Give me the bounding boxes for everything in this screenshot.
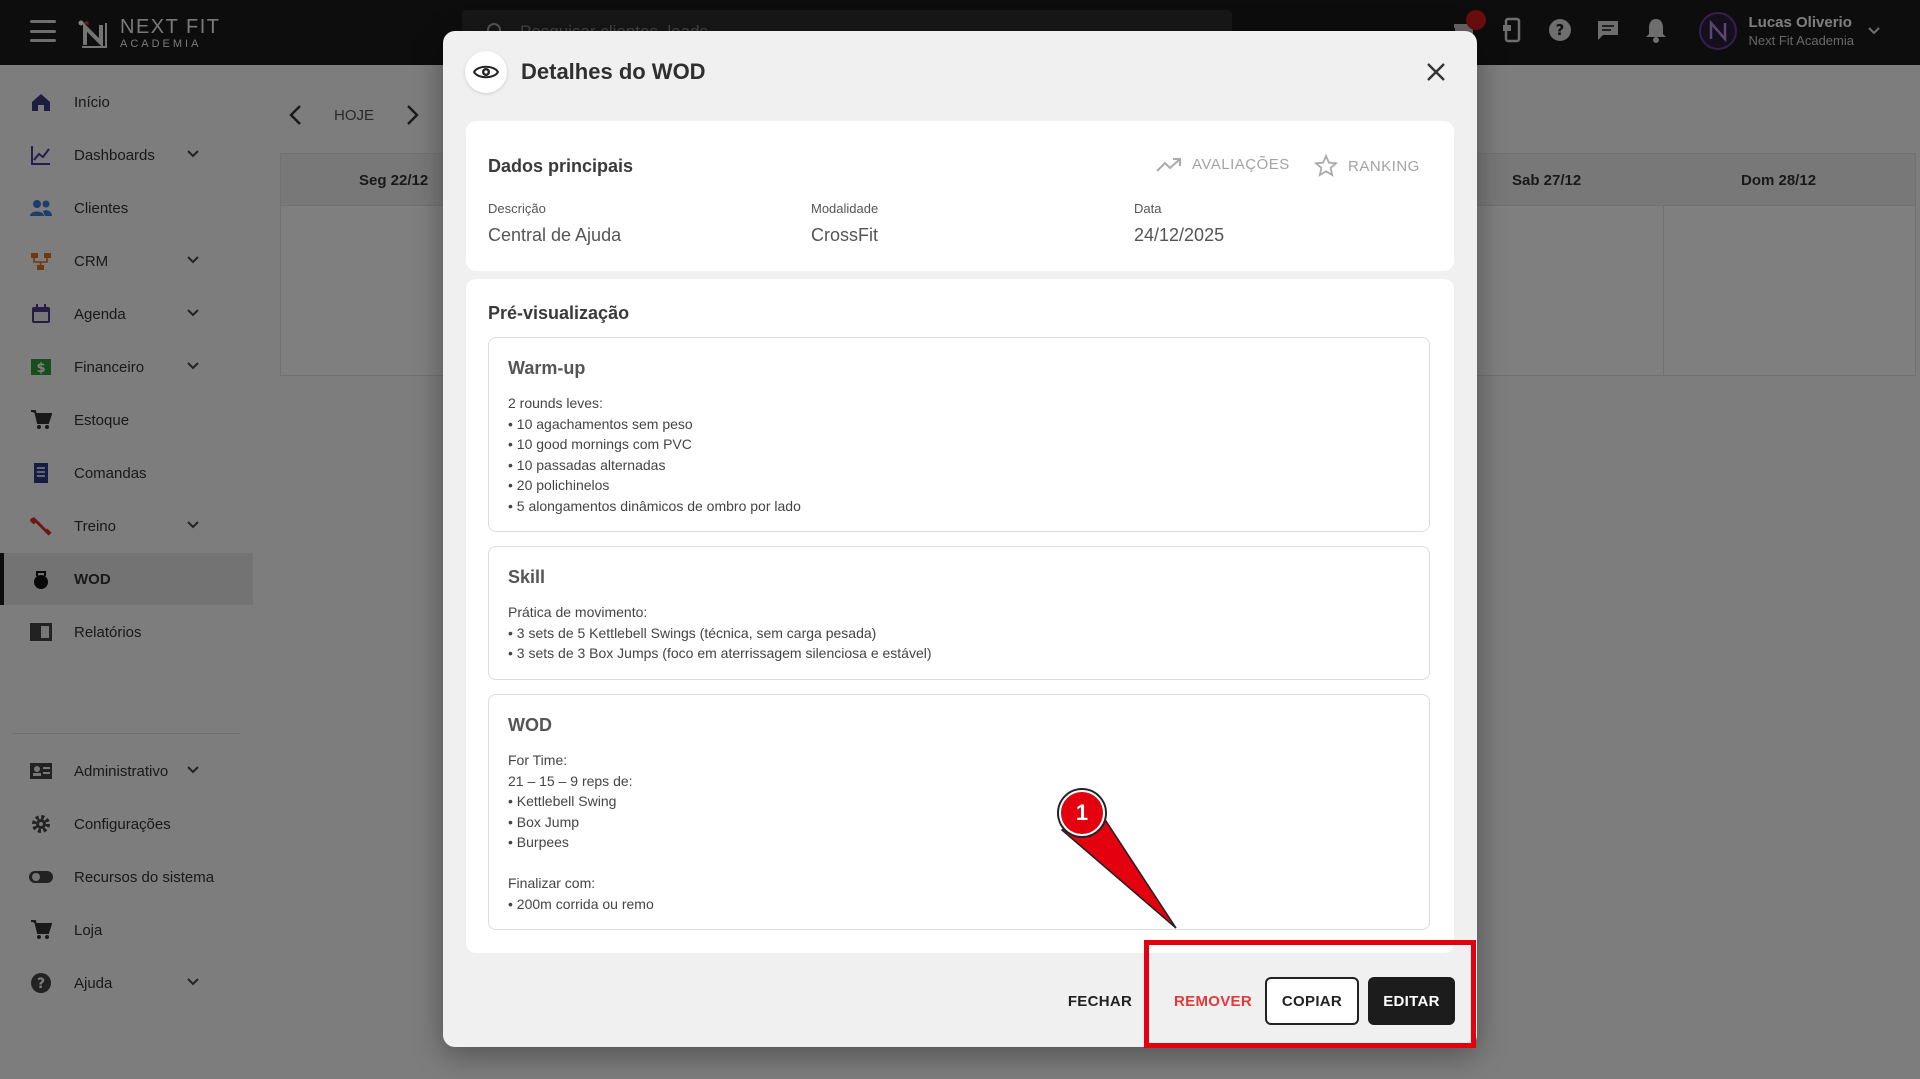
close-modal-button[interactable]: FECHAR	[1057, 977, 1143, 1025]
wod-details-modal: Detalhes do WOD Dados principais AVALIAÇ…	[443, 31, 1477, 1047]
descricao-label: Descrição	[488, 201, 546, 216]
block-line: 2 rounds leves:	[508, 395, 603, 411]
avaliacoes-button[interactable]: AVALIAÇÕES	[1156, 156, 1290, 173]
block-title: WOD	[508, 715, 552, 735]
section-title: Dados principais	[488, 156, 634, 176]
modal-title: Detalhes do WOD	[521, 59, 706, 84]
wod-block: Skill Prática de movimento: • 3 sets de …	[488, 546, 1430, 680]
block-title: Skill	[508, 567, 546, 587]
block-line: Prática de movimento:	[508, 604, 648, 620]
block-line: For Time:	[508, 752, 568, 768]
close-button[interactable]	[1423, 59, 1449, 85]
block-line: • 5 alongamentos dinâmicos de ombro por …	[508, 497, 801, 514]
block-line: Finalizar com:	[508, 875, 596, 891]
block-line: • Burpees	[508, 834, 569, 850]
block-line: • Box Jump	[508, 813, 580, 830]
ranking-label: RANKING	[1348, 157, 1420, 175]
block-line: • 10 agachamentos sem peso	[508, 415, 693, 432]
block-line	[508, 853, 1410, 874]
modalidade-value: CrossFit	[811, 225, 878, 245]
avaliacoes-label: AVALIAÇÕES	[1192, 156, 1290, 173]
annotation-number: 1	[1059, 790, 1105, 836]
annotation-highlight-box	[1144, 940, 1476, 1048]
star-icon	[1314, 154, 1338, 177]
block-line: • 200m corrida ou remo	[508, 895, 654, 912]
block-line: • Kettlebell Swing	[508, 793, 617, 809]
modalidade-label: Modalidade	[811, 201, 879, 216]
wod-block: Warm-up 2 rounds leves: • 10 agachamento…	[488, 337, 1430, 532]
close-icon	[1427, 63, 1445, 81]
block-line: • 20 polichinelos	[508, 477, 610, 493]
section-title: Pré-visualização	[488, 303, 630, 323]
preview-card: Pré-visualização Warm-up 2 rounds leves:…	[466, 279, 1454, 953]
data-label: Data	[1134, 201, 1162, 216]
eye-icon	[465, 51, 507, 93]
block-line: • 10 passadas alternadas	[508, 456, 666, 473]
block-title: Warm-up	[508, 358, 586, 378]
wod-block: WOD For Time: 21 – 15 – 9 reps de: • Ket…	[488, 694, 1430, 930]
trending-up-icon	[1156, 157, 1181, 172]
descricao-value: Central de Ajuda	[488, 225, 622, 245]
block-line: • 3 sets de 3 Box Jumps (foco em aterris…	[508, 645, 932, 661]
block-line: • 3 sets de 5 Kettlebell Swings (técnica…	[508, 624, 877, 641]
block-line: 21 – 15 – 9 reps de:	[508, 772, 633, 789]
block-line: • 10 good mornings com PVC	[508, 436, 692, 452]
data-value: 24/12/2025	[1134, 225, 1225, 245]
ranking-button[interactable]: RANKING	[1314, 154, 1420, 178]
main-data-card: Dados principais AVALIAÇÕES RANKING Desc…	[466, 121, 1454, 271]
